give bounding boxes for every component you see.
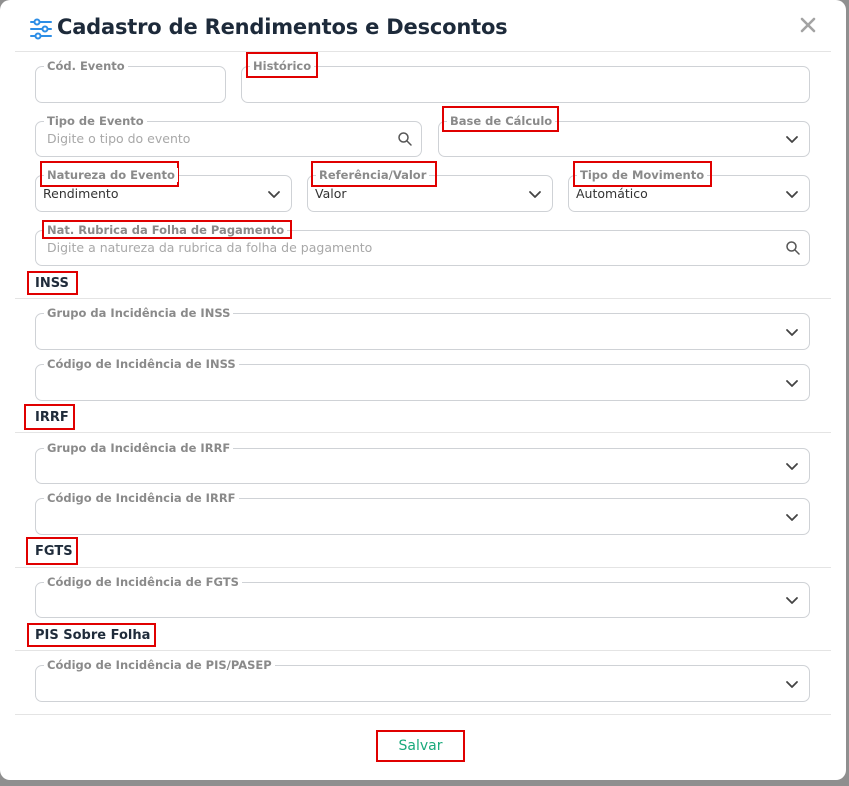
section-divider: [15, 650, 831, 651]
chevron-down-icon[interactable]: [784, 676, 800, 692]
chevron-down-icon[interactable]: [784, 186, 800, 202]
inss-grupo-label: Grupo da Incidência de INSS: [44, 306, 234, 320]
tipo-evento-placeholder: Digite o tipo do evento: [47, 131, 191, 146]
chevron-down-icon[interactable]: [784, 458, 800, 474]
natureza-evento-select[interactable]: Natureza do Evento Rendimento: [35, 168, 292, 212]
historico-label: Histórico: [250, 59, 315, 73]
pis-codigo-select[interactable]: Código de Incidência de PIS/PASEP: [35, 658, 810, 702]
nat-rubrica-label: Nat. Rubrica da Folha de Pagamento: [44, 223, 288, 237]
footer-divider: [15, 714, 831, 715]
chevron-down-icon[interactable]: [784, 509, 800, 525]
base-calculo-label: Base de Cálculo: [447, 114, 556, 128]
section-divider: [15, 298, 831, 299]
chevron-down-icon[interactable]: [784, 131, 800, 147]
irrf-codigo-label: Código de Incidência de IRRF: [44, 491, 239, 505]
section-fgts-title: FGTS: [35, 544, 73, 559]
fgts-codigo-label: Código de Incidência de FGTS: [44, 575, 242, 589]
irrf-codigo-select[interactable]: Código de Incidência de IRRF: [35, 491, 810, 535]
natureza-evento-label: Natureza do Evento: [44, 168, 178, 182]
chevron-down-icon[interactable]: [266, 186, 282, 202]
section-irrf-title: IRRF: [35, 410, 69, 425]
chevron-down-icon[interactable]: [784, 592, 800, 608]
referencia-valor-label: Referência/Valor: [316, 168, 430, 182]
irrf-grupo-label: Grupo da Incidência de IRRF: [44, 441, 234, 455]
base-calculo-select[interactable]: Base de Cálculo: [438, 114, 810, 157]
section-divider: [15, 432, 831, 433]
cod-evento-field[interactable]: Cód. Evento: [35, 59, 226, 103]
tipo-evento-label: Tipo de Evento: [44, 114, 147, 128]
referencia-valor-value: Valor: [315, 186, 347, 201]
tipo-movimento-label: Tipo de Movimento: [577, 168, 708, 182]
fgts-codigo-select[interactable]: Código de Incidência de FGTS: [35, 575, 810, 618]
save-button[interactable]: Salvar: [376, 730, 465, 762]
section-pis-title: PIS Sobre Folha: [35, 628, 151, 643]
inss-codigo-label: Código de Incidência de INSS: [44, 357, 239, 371]
tipo-movimento-select[interactable]: Tipo de Movimento Automático: [568, 168, 810, 212]
tipo-evento-field[interactable]: Tipo de Evento Digite o tipo do evento: [35, 114, 422, 157]
chevron-down-icon[interactable]: [784, 375, 800, 391]
natureza-evento-value: Rendimento: [43, 186, 119, 201]
cod-evento-label: Cód. Evento: [44, 59, 128, 73]
modal-dialog: Cadastro de Rendimentos e Descontos Cód.…: [0, 0, 846, 780]
referencia-valor-select[interactable]: Referência/Valor Valor: [307, 168, 553, 212]
nat-rubrica-placeholder: Digite a natureza da rubrica da folha de…: [47, 240, 373, 255]
inss-codigo-select[interactable]: Código de Incidência de INSS: [35, 357, 810, 401]
inss-grupo-select[interactable]: Grupo da Incidência de INSS: [35, 306, 810, 350]
search-icon[interactable]: [397, 131, 413, 147]
modal-header: Cadastro de Rendimentos e Descontos: [0, 0, 846, 52]
chevron-down-icon[interactable]: [527, 186, 543, 202]
header-divider: [15, 51, 831, 52]
modal-title: Cadastro de Rendimentos e Descontos: [57, 15, 508, 39]
irrf-grupo-select[interactable]: Grupo da Incidência de IRRF: [35, 441, 810, 484]
pis-codigo-label: Código de Incidência de PIS/PASEP: [44, 658, 275, 672]
nat-rubrica-field[interactable]: Nat. Rubrica da Folha de Pagamento Digit…: [35, 223, 810, 266]
section-divider: [15, 567, 831, 568]
chevron-down-icon[interactable]: [784, 324, 800, 340]
search-icon[interactable]: [785, 240, 801, 256]
sliders-icon: [28, 16, 54, 42]
close-icon[interactable]: [797, 14, 819, 36]
historico-field[interactable]: Histórico: [241, 59, 810, 103]
section-inss-title: INSS: [35, 276, 69, 291]
tipo-movimento-value: Automático: [576, 186, 648, 201]
